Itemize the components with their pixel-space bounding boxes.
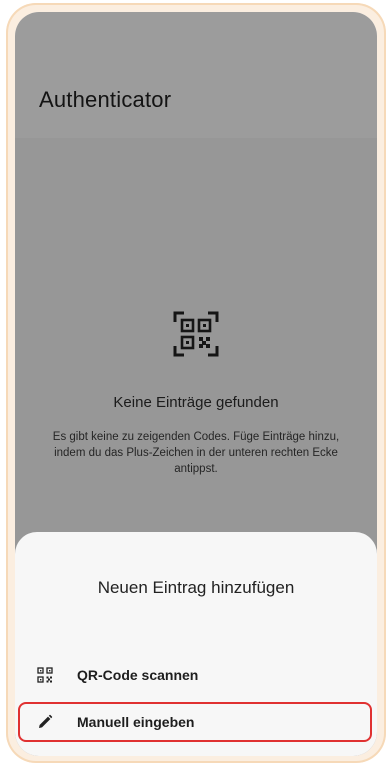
bottom-sheet: Neuen Eintrag hinzufügen QR-Code scannen… xyxy=(15,532,377,756)
scan-qr-code-label: QR-Code scannen xyxy=(77,667,199,683)
manual-entry-option[interactable]: Manuell eingeben xyxy=(15,702,377,742)
sheet-title: Neuen Eintrag hinzufügen xyxy=(97,578,295,597)
pencil-icon xyxy=(35,712,55,732)
app-screen: Authenticator Keine Einträge gefunden Es… xyxy=(15,12,377,756)
device-frame: Authenticator Keine Einträge gefunden Es… xyxy=(6,3,386,763)
manual-entry-label: Manuell eingeben xyxy=(77,714,195,730)
scan-qr-code-option[interactable]: QR-Code scannen xyxy=(15,655,377,695)
qr-code-icon xyxy=(35,665,55,685)
